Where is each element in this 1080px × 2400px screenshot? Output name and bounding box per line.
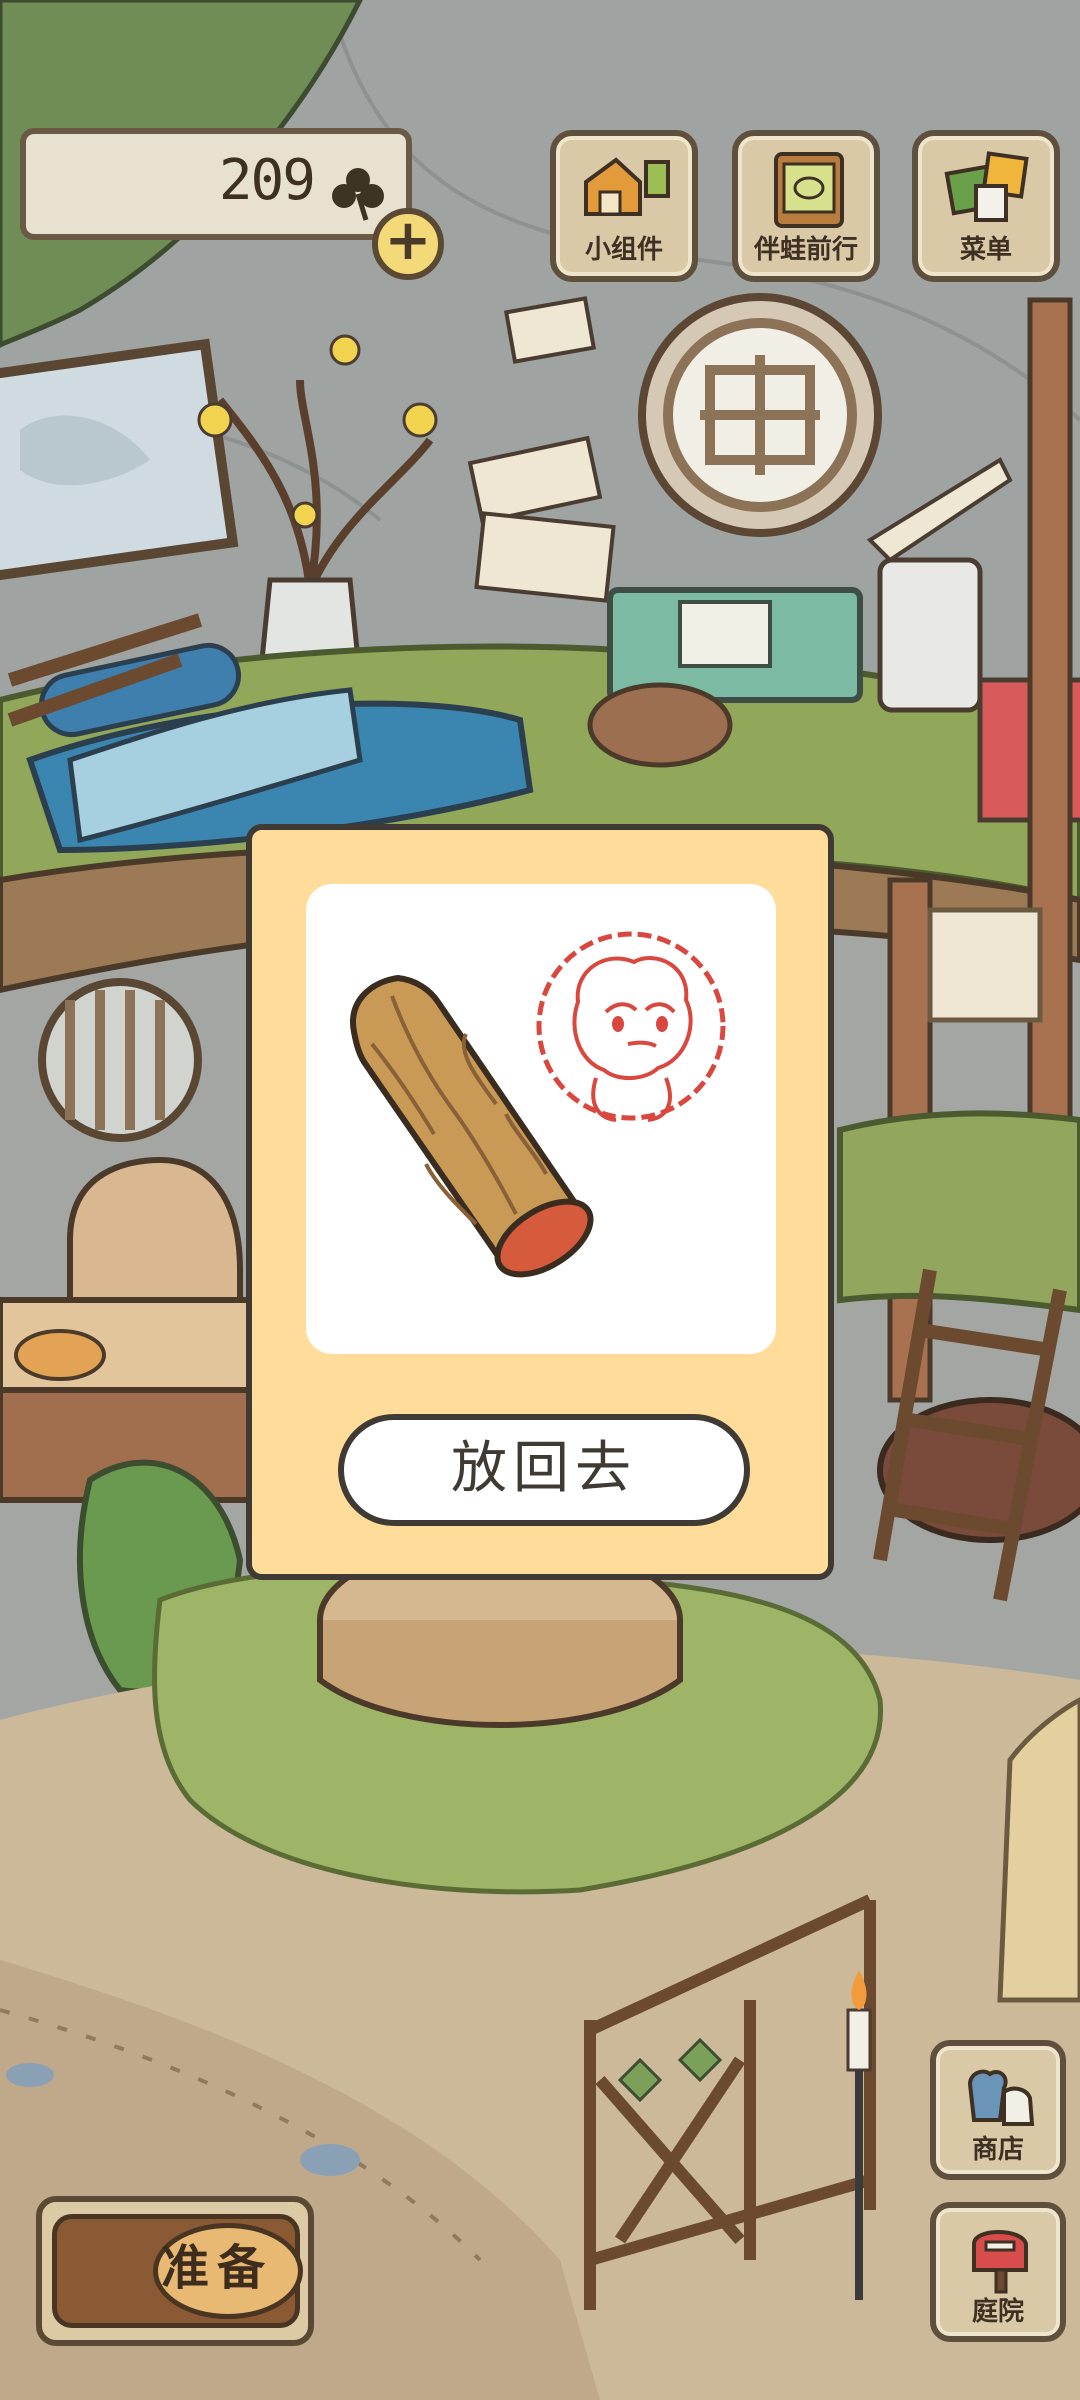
frog-house-scene: 209 + 小组件 伴蛙前行 菜单 商店 庭院 准备 放回去 <box>0 0 1080 2400</box>
frog-stamp-icon <box>536 931 726 1122</box>
menu-label: 菜单 <box>959 235 1012 265</box>
item-modal: 放回去 <box>246 824 834 1580</box>
frog-journey-button[interactable]: 伴蛙前行 <box>732 130 880 282</box>
ready-button[interactable]: 准备 <box>36 2196 314 2346</box>
widget-label: 小组件 <box>584 235 663 265</box>
plus-icon: + <box>384 208 432 273</box>
ready-label: 准备 <box>160 2240 273 2296</box>
add-clovers-button[interactable]: + <box>372 208 444 280</box>
yard-mailbox-icon <box>972 2230 1028 2294</box>
menu-cards-icon <box>944 151 1029 222</box>
shop-bags-icon <box>967 2069 1035 2126</box>
menu-button[interactable]: 菜单 <box>912 130 1060 282</box>
widget-button[interactable]: 小组件 <box>550 130 698 282</box>
clover-icon <box>332 168 384 221</box>
item-display-panel <box>306 884 776 1354</box>
frog-journey-icon <box>774 152 844 228</box>
shop-label: 商店 <box>971 2135 1024 2165</box>
clover-count: 209 <box>218 148 316 213</box>
shop-button[interactable]: 商店 <box>930 2040 1066 2180</box>
wall-window <box>0 338 239 582</box>
clover-counter: 209 <box>20 128 412 240</box>
widget-icon <box>584 157 670 216</box>
yard-label: 庭院 <box>971 2297 1024 2327</box>
wood-log-icon <box>350 974 594 1278</box>
round-lattice-window <box>638 293 882 537</box>
yard-button[interactable]: 庭院 <box>930 2202 1066 2342</box>
frog-journey-label: 伴蛙前行 <box>753 235 858 265</box>
put-back-button[interactable]: 放回去 <box>338 1414 750 1526</box>
